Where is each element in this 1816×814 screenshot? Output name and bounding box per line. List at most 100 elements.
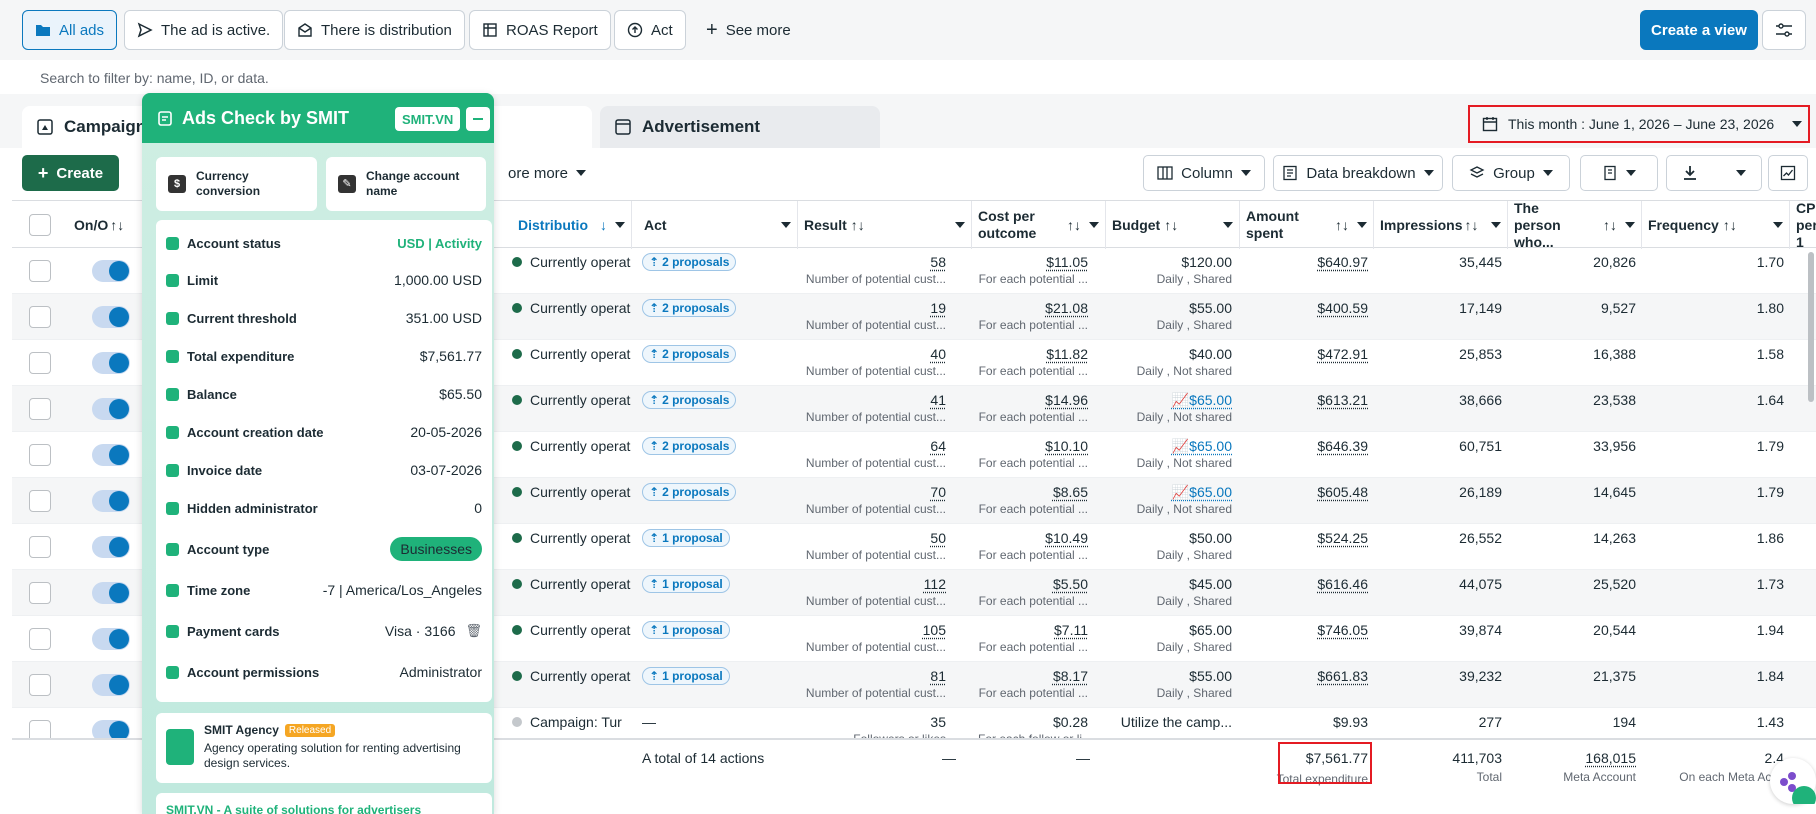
row-checkbox[interactable]	[29, 582, 51, 604]
chip-distribution[interactable]: There is distribution	[284, 10, 465, 50]
budget-value[interactable]: 📈$65.00	[1112, 484, 1232, 501]
cost-value[interactable]: $11.82	[978, 346, 1088, 362]
chip-act[interactable]: Act	[614, 10, 686, 50]
create-button[interactable]: + Create	[22, 155, 119, 191]
more-menu[interactable]: ore more	[508, 155, 587, 191]
data-breakdown-button[interactable]: Data breakdown	[1273, 155, 1443, 191]
result-value[interactable]: 19	[798, 300, 946, 316]
cost-value[interactable]: $14.96	[978, 392, 1088, 408]
spent-value[interactable]: $661.83	[1252, 668, 1368, 684]
proposal-badge[interactable]: ⇡ 1 proposal	[642, 667, 730, 685]
cost-value[interactable]: $11.05	[978, 254, 1088, 270]
row-checkbox[interactable]	[29, 306, 51, 328]
group-button[interactable]: Group	[1452, 155, 1570, 191]
minimize-icon[interactable]	[466, 107, 490, 131]
cost-value[interactable]: $5.50	[978, 576, 1088, 592]
row-toggle[interactable]	[92, 490, 130, 512]
row-toggle[interactable]	[92, 352, 130, 374]
row-checkbox[interactable]	[29, 398, 51, 420]
row-toggle[interactable]	[92, 674, 130, 696]
row-checkbox[interactable]	[29, 536, 51, 558]
header-distribution[interactable]: Distributio ↓	[512, 201, 632, 249]
row-toggle[interactable]	[92, 260, 130, 282]
row-checkbox[interactable]	[29, 444, 51, 466]
smit-badge[interactable]: SMIT.VN	[395, 107, 461, 131]
row-toggle[interactable]	[92, 306, 130, 328]
spent-value[interactable]: $400.59	[1252, 300, 1368, 316]
result-value[interactable]: 58	[798, 254, 946, 270]
spent-value[interactable]: $524.25	[1252, 530, 1368, 546]
chip-roas-report[interactable]: ROAS Report	[469, 10, 611, 50]
header-budget[interactable]: Budget ↑↓	[1106, 201, 1240, 249]
cost-value[interactable]: $8.65	[978, 484, 1088, 500]
proposal-badge[interactable]: ⇡ 2 proposals	[642, 253, 737, 271]
proposal-badge[interactable]: ⇡ 2 proposals	[642, 299, 737, 317]
budget-value[interactable]: 📈$65.00	[1112, 438, 1232, 455]
row-toggle[interactable]	[92, 582, 130, 604]
chart-button[interactable]	[1768, 155, 1808, 191]
chip-all-ads[interactable]: All ads	[22, 10, 118, 50]
result-value[interactable]: 41	[798, 392, 946, 408]
smit-suite-card[interactable]: SMIT.VN - A suite of solutions for adver…	[156, 793, 492, 814]
result-value[interactable]: 70	[798, 484, 946, 500]
proposal-badge[interactable]: ⇡ 2 proposals	[642, 483, 737, 501]
row-toggle[interactable]	[92, 444, 130, 466]
header-person[interactable]: The person who... ↑↓	[1508, 200, 1642, 250]
header-result[interactable]: Result ↑↓	[798, 201, 972, 249]
row-toggle[interactable]	[92, 628, 130, 650]
result-value[interactable]: 64	[798, 438, 946, 454]
row-checkbox[interactable]	[29, 260, 51, 282]
cost-value[interactable]: $21.08	[978, 300, 1088, 316]
chip-ad-active[interactable]: The ad is active.	[124, 10, 284, 50]
spent-value[interactable]: $472.91	[1252, 346, 1368, 362]
cost-value[interactable]: $7.11	[978, 622, 1088, 638]
header-frequency[interactable]: Frequency ↑↓	[1642, 201, 1790, 249]
proposal-badge[interactable]: ⇡ 2 proposals	[642, 391, 737, 409]
cost-value[interactable]: $0.28	[978, 714, 1088, 730]
budget-value[interactable]: 📈$65.00	[1112, 392, 1232, 409]
proposal-badge[interactable]: ⇡ 1 proposal	[642, 529, 730, 547]
cost-value[interactable]: $8.17	[978, 668, 1088, 684]
header-act[interactable]: Act	[638, 201, 798, 249]
spent-value[interactable]: $9.93	[1252, 714, 1368, 730]
result-value[interactable]: 105	[798, 622, 946, 638]
spent-value[interactable]: $746.05	[1252, 622, 1368, 638]
result-value[interactable]: 35	[798, 714, 946, 730]
header-amount-spent[interactable]: Amount spent ↑↓	[1240, 201, 1374, 249]
spent-value[interactable]: $613.21	[1252, 392, 1368, 408]
spent-value[interactable]: $616.46	[1252, 576, 1368, 592]
currency-conversion-button[interactable]: $ Currency conversion	[156, 157, 317, 211]
view-settings-button[interactable]	[1762, 10, 1806, 50]
row-checkbox[interactable]	[29, 490, 51, 512]
row-toggle[interactable]	[92, 398, 130, 420]
result-value[interactable]: 40	[798, 346, 946, 362]
header-cost-per-outcome[interactable]: Cost per outcome ↑↓	[972, 201, 1106, 249]
spent-value[interactable]: $646.39	[1252, 438, 1368, 454]
agency-card[interactable]: SMIT Agency Released Agency operating so…	[156, 713, 492, 783]
see-more-button[interactable]: + See more	[706, 10, 791, 50]
trash-icon[interactable]: 🗑	[465, 623, 482, 639]
vertical-scrollbar[interactable]	[1808, 252, 1814, 402]
row-toggle[interactable]	[92, 536, 130, 558]
spent-value[interactable]: $640.97	[1252, 254, 1368, 270]
proposal-badge[interactable]: ⇡ 1 proposal	[642, 575, 730, 593]
filter-search-input[interactable]: Search to filter by: name, ID, or data.	[22, 62, 1810, 94]
reports-button[interactable]	[1580, 155, 1658, 191]
cost-value[interactable]: $10.10	[978, 438, 1088, 454]
result-value[interactable]: 50	[798, 530, 946, 546]
row-checkbox[interactable]	[29, 674, 51, 696]
result-value[interactable]: 112	[798, 576, 946, 592]
header-cpm[interactable]: CPM per 1	[1790, 200, 1816, 250]
proposal-badge[interactable]: ⇡ 2 proposals	[642, 345, 737, 363]
cost-value[interactable]: $10.49	[978, 530, 1088, 546]
tab-advertisement[interactable]: Advertisement	[600, 106, 880, 148]
export-button[interactable]	[1666, 155, 1762, 191]
column-button[interactable]: Column	[1143, 155, 1265, 191]
chat-bubble-icon[interactable]	[1770, 758, 1816, 810]
select-all-checkbox[interactable]	[29, 214, 51, 236]
proposal-badge[interactable]: ⇡ 1 proposal	[642, 621, 730, 639]
change-account-name-button[interactable]: ✎ Change account name	[326, 157, 486, 211]
create-view-button[interactable]: Create a view	[1640, 10, 1758, 50]
header-impressions[interactable]: Impressions ↑↓	[1374, 201, 1508, 249]
row-checkbox[interactable]	[29, 628, 51, 650]
